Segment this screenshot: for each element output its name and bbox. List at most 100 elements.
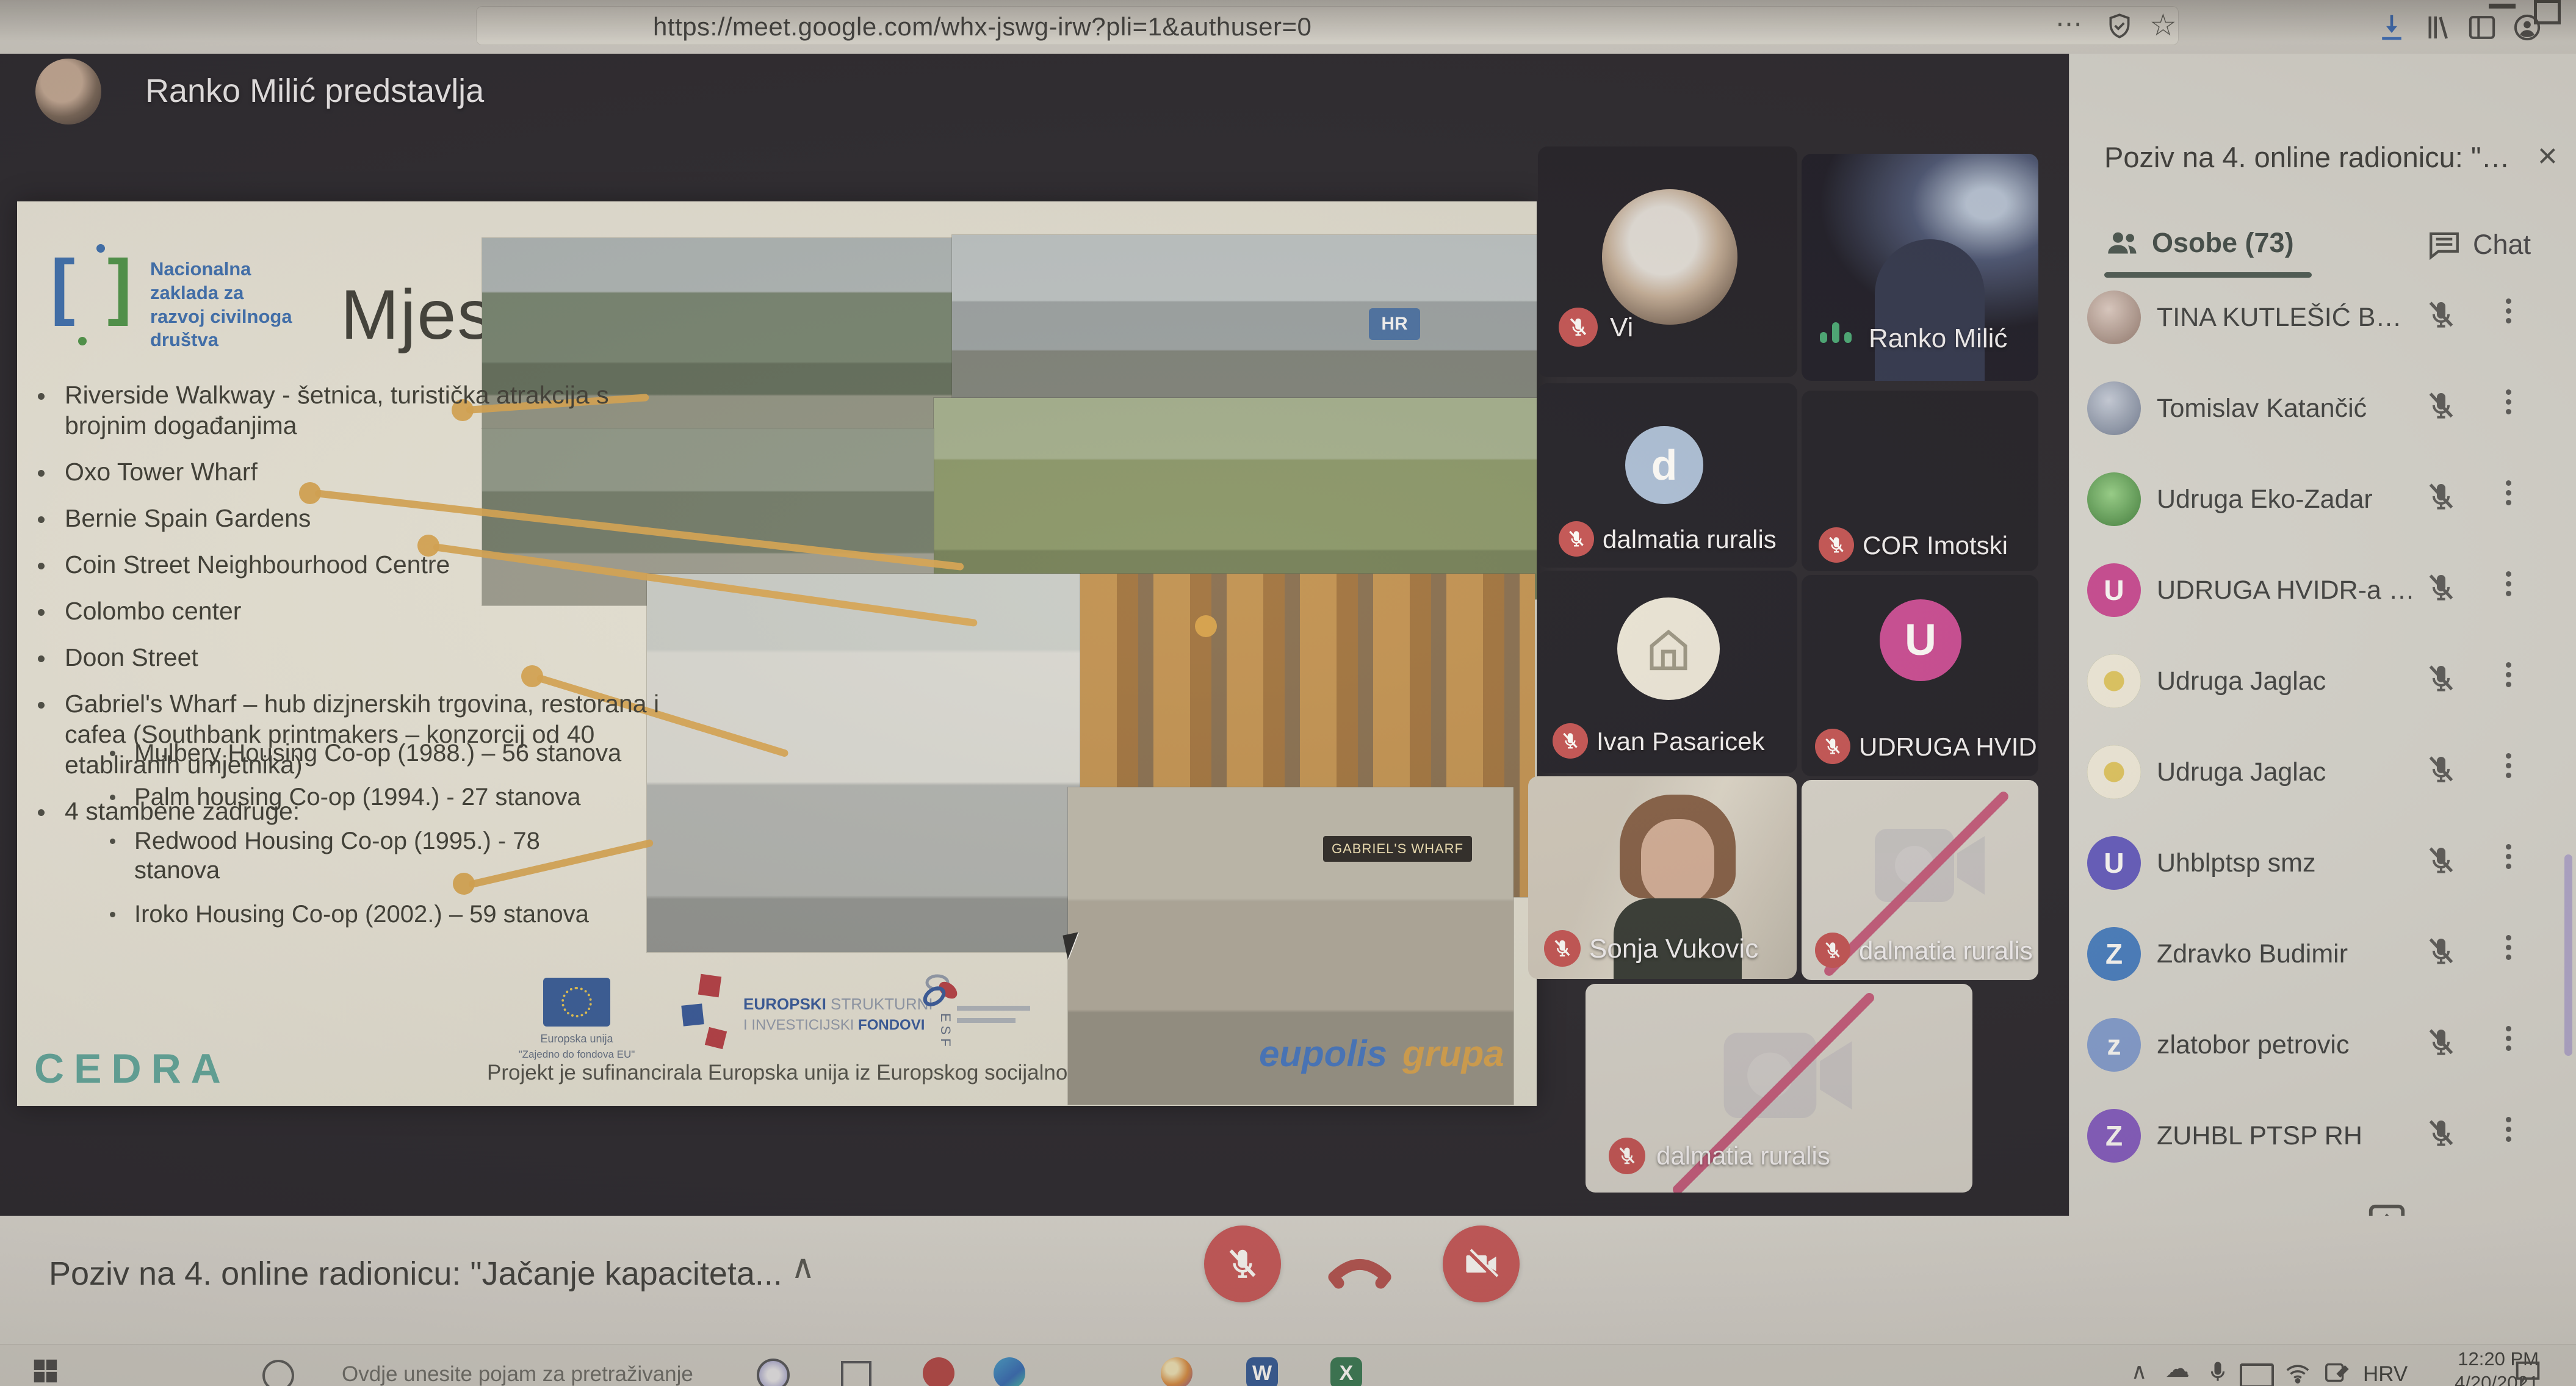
sub-bullet-item: Iroko Housing Co-op (2002.) – 59 stanova (103, 900, 622, 929)
minimize-button[interactable] (2489, 4, 2516, 9)
mic-off-icon[interactable] (2424, 1116, 2458, 1150)
more-options-icon[interactable]: ⋯ (2055, 9, 2082, 40)
more-options-icon[interactable] (2506, 385, 2511, 419)
video-tile[interactable]: Ivan Pasaricek (1538, 571, 1797, 773)
mic-off-icon[interactable] (2424, 753, 2458, 787)
avatar (2087, 745, 2141, 799)
edge-icon[interactable] (994, 1357, 1025, 1386)
participant-row[interactable]: Udruga Eko-Zadar (2079, 455, 2561, 546)
esif-word: I INVESTICIJSKI (743, 1017, 854, 1033)
avatar-letter: d (1651, 441, 1678, 489)
eu-funding-caption: Projekt je sufinancirala Europska unija … (487, 1061, 1145, 1085)
video-tile[interactable]: dalmatia ruralis (1802, 780, 2038, 980)
video-tile-presenter[interactable]: Ranko Milić (1802, 154, 2038, 381)
maximize-button[interactable] (2534, 0, 2561, 24)
tray-chevron-icon[interactable]: ∧ (2131, 1359, 2147, 1384)
tracking-shield-icon[interactable] (2104, 11, 2135, 42)
esf-text-bar (957, 1018, 1016, 1023)
camera-off-watermark-icon (1850, 792, 1997, 939)
participant-row[interactable]: Udruga Jaglac (2079, 728, 2561, 819)
avatar: U (2087, 836, 2141, 890)
chevron-up-icon[interactable]: ∧ (791, 1247, 815, 1286)
more-options-icon[interactable] (2506, 1113, 2511, 1146)
bookmark-star-icon[interactable]: ☆ (2149, 7, 2177, 43)
participant-row[interactable]: Udruga Jaglac (2079, 637, 2561, 728)
start-button-icon[interactable] (31, 1356, 59, 1384)
more-options-icon[interactable] (2506, 1022, 2511, 1055)
more-options-icon[interactable] (2506, 567, 2511, 601)
mic-off-icon[interactable] (2424, 1025, 2458, 1059)
mic-off-icon[interactable] (2424, 389, 2458, 423)
onedrive-cloud-icon[interactable]: ☁ (2165, 1355, 2190, 1383)
task-view-icon[interactable] (841, 1361, 871, 1386)
participant-row[interactable]: TINA KUTLEŠIĆ BARAN (2079, 273, 2561, 364)
participant-name: UDRUGA HVIDR-a Ma... (2157, 576, 2419, 605)
keyboard-icon[interactable] (2240, 1363, 2274, 1386)
camera-toggle-button[interactable] (1443, 1225, 1520, 1302)
mic-off-icon[interactable] (2424, 571, 2458, 605)
participant-row[interactable]: Z Zdravko Budimir (2079, 910, 2561, 1001)
tablet-mode-icon[interactable] (2323, 1359, 2351, 1386)
language-indicator[interactable]: HRV (2363, 1362, 2408, 1386)
more-options-icon[interactable] (2506, 294, 2511, 328)
participant-row[interactable]: Tomislav Katančić (2079, 364, 2561, 455)
more-options-icon[interactable] (2506, 749, 2511, 782)
mic-off-icon[interactable] (2424, 662, 2458, 696)
mic-off-icon[interactable] (2424, 934, 2458, 969)
panel-scrollbar[interactable] (2564, 854, 2572, 1056)
hr-badge: HR (1369, 308, 1420, 340)
participant-name: Udruga Jaglac (2157, 757, 2326, 787)
participant-name: Tomislav Katančić (2157, 394, 2367, 424)
url-text[interactable]: https://meet.google.com/whx-jswg-irw?pli… (653, 12, 1311, 42)
more-options-icon[interactable] (2506, 840, 2511, 873)
red-app-icon[interactable] (923, 1357, 954, 1386)
tab-chat[interactable]: Chat (2426, 227, 2531, 262)
video-tile[interactable]: d dalmatia ruralis (1538, 383, 1797, 568)
sub-bullet-item: Redwood Housing Co-op (1995.) - 78 stano… (103, 826, 622, 885)
eu-flag-icon (543, 978, 610, 1027)
firefox-icon[interactable] (1161, 1357, 1192, 1386)
mic-off-icon[interactable] (2424, 298, 2458, 332)
more-options-icon[interactable] (2506, 658, 2511, 691)
library-icon[interactable] (2420, 11, 2453, 44)
mic-off-icon[interactable] (2424, 480, 2458, 514)
participant-row[interactable]: U Uhblptsp smz (2079, 819, 2561, 910)
notification-center-icon[interactable] (2512, 1356, 2544, 1386)
esif-logo-cube (681, 1003, 704, 1026)
video-tile[interactable]: Sonja Vukovic (1528, 776, 1797, 979)
video-tile[interactable]: U UDRUGA HVID... (1802, 575, 2038, 776)
avatar (2087, 291, 2141, 344)
video-tile[interactable]: dalmatia ruralis (1586, 984, 1972, 1193)
esf-letters: ESF (937, 1013, 953, 1050)
cortana-icon[interactable] (757, 1359, 790, 1386)
screen-photo: ‹ ↻ https://meet.google.com/whx-jswg-irw… (0, 0, 2576, 1386)
wifi-icon[interactable] (2284, 1359, 2312, 1386)
participant-row[interactable]: Z ZUHBL PTSP RH (2079, 1092, 2561, 1183)
video-tile[interactable]: COR Imotski (1802, 391, 2038, 571)
sidebar-toggle-icon[interactable] (2466, 11, 2498, 44)
participant-row[interactable]: z zlatobor petrovic (2079, 1001, 2561, 1092)
video-tile-self[interactable]: Vi (1538, 146, 1797, 377)
participant-row[interactable]: U UDRUGA HVIDR-a Ma... (2079, 546, 2561, 637)
mic-toggle-button[interactable] (1204, 1225, 1281, 1302)
tab-people[interactable]: Osobe (73) (2104, 225, 2294, 261)
hangup-button[interactable] (1323, 1239, 1396, 1294)
search-icon[interactable] (262, 1360, 294, 1386)
bullet-item: Bernie Spain Gardens (29, 503, 664, 533)
tray-mic-icon[interactable] (2204, 1359, 2231, 1385)
mic-off-icon[interactable] (2424, 843, 2458, 878)
downloads-icon[interactable] (2375, 11, 2408, 44)
meeting-title[interactable]: Poziv na 4. online radionicu: "Jačanje k… (49, 1255, 782, 1293)
avatar-letter: Z (2105, 1119, 2123, 1152)
more-options-icon[interactable] (2506, 476, 2511, 510)
word-icon[interactable]: W (1246, 1357, 1278, 1386)
person-face (1641, 819, 1714, 904)
close-panel-icon[interactable]: × (2538, 135, 2558, 175)
excel-icon[interactable]: X (1330, 1357, 1362, 1386)
participant-name: ZUHBL PTSP RH (2157, 1121, 2362, 1151)
more-options-icon[interactable] (2506, 931, 2511, 964)
tile-name: Vi (1610, 312, 1633, 343)
taskbar-search-text[interactable]: Ovdje unesite pojam za pretraživanje (342, 1362, 806, 1386)
bullet-item: Colombo center (29, 596, 664, 626)
tile-name: Ranko Milić (1869, 323, 2007, 354)
